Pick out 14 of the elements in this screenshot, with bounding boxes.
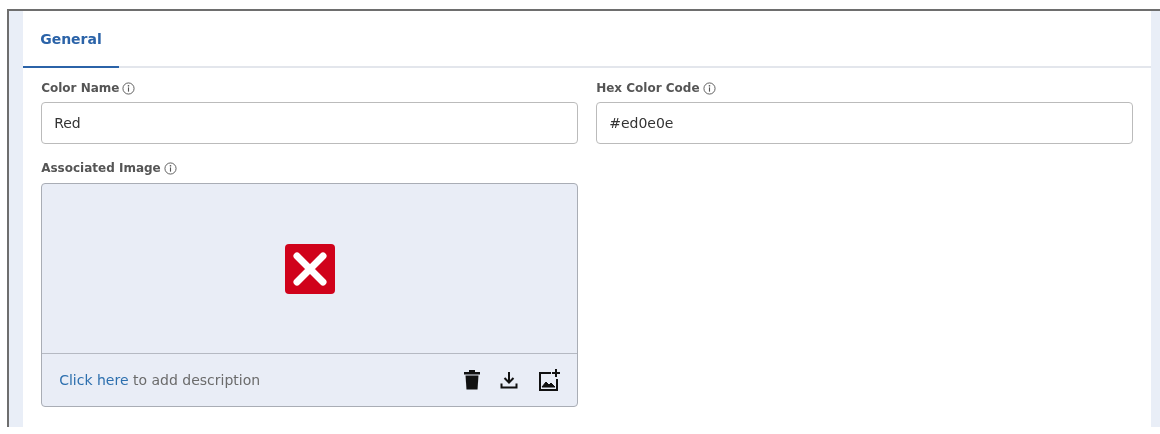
description-text: Click here to add description	[59, 372, 262, 388]
download-icon[interactable]	[500, 371, 519, 389]
delete-icon[interactable]	[464, 370, 481, 390]
input-field[interactable]: Red	[41, 102, 579, 144]
info-icon[interactable]	[122, 81, 136, 95]
tab[interactable]: General	[23, 11, 119, 68]
input-field[interactable]: #ed0e0e	[596, 102, 1134, 144]
field-label: Hex Color Code	[596, 81, 700, 95]
info-icon[interactable]	[163, 161, 177, 175]
click-here-link[interactable]: Click here	[59, 372, 129, 388]
info-icon[interactable]	[702, 81, 716, 95]
add-image-icon[interactable]	[538, 369, 561, 391]
field-label: Associated Image	[41, 161, 161, 175]
field-label: Color Name	[41, 81, 120, 95]
